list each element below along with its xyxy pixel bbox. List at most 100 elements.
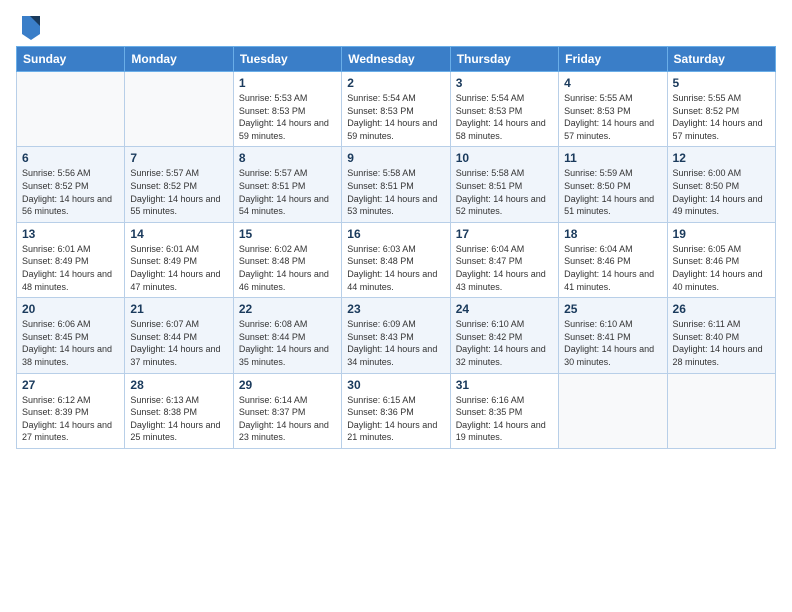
day-info: Sunrise: 5:57 AM Sunset: 8:52 PM Dayligh…	[130, 167, 227, 217]
day-info: Sunrise: 6:01 AM Sunset: 8:49 PM Dayligh…	[22, 243, 119, 293]
day-info: Sunrise: 6:00 AM Sunset: 8:50 PM Dayligh…	[673, 167, 770, 217]
day-number: 9	[347, 151, 444, 165]
day-info: Sunrise: 5:59 AM Sunset: 8:50 PM Dayligh…	[564, 167, 661, 217]
calendar-cell: 29Sunrise: 6:14 AM Sunset: 8:37 PM Dayli…	[233, 373, 341, 448]
day-info: Sunrise: 5:53 AM Sunset: 8:53 PM Dayligh…	[239, 92, 336, 142]
calendar-cell: 10 Sunrise: 5:58 AM Sunset: 8:51 PM Dayli…	[450, 147, 558, 222]
calendar-week-row: 6 Sunrise: 5:56 AM Sunset: 8:52 PM Daylig…	[17, 147, 776, 222]
day-number: 28	[130, 378, 227, 392]
day-info: Sunrise: 5:55 AM Sunset: 8:53 PM Dayligh…	[564, 92, 661, 142]
day-number: 6	[22, 151, 119, 165]
calendar-cell: 16 Sunrise: 6:03 AM Sunset: 8:48 PM Dayli…	[342, 222, 450, 297]
calendar-cell: 30Sunrise: 6:15 AM Sunset: 8:36 PM Dayli…	[342, 373, 450, 448]
calendar-cell: 6 Sunrise: 5:56 AM Sunset: 8:52 PM Daylig…	[17, 147, 125, 222]
calendar-cell: 4 Sunrise: 5:55 AM Sunset: 8:53 PM Daylig…	[559, 72, 667, 147]
calendar-week-row: 1 Sunrise: 5:53 AM Sunset: 8:53 PM Daylig…	[17, 72, 776, 147]
calendar-week-row: 13Sunrise: 6:01 AM Sunset: 8:49 PM Dayli…	[17, 222, 776, 297]
calendar-week-row: 27 Sunrise: 6:12 AM Sunset: 8:39 PM Dayli…	[17, 373, 776, 448]
day-info: Sunrise: 5:57 AM Sunset: 8:51 PM Dayligh…	[239, 167, 336, 217]
day-number: 10	[456, 151, 553, 165]
day-info: Sunrise: 5:58 AM Sunset: 8:51 PM Dayligh…	[347, 167, 444, 217]
day-number: 21	[130, 302, 227, 316]
day-info: Sunrise: 5:54 AM Sunset: 8:53 PM Dayligh…	[347, 92, 444, 142]
day-number: 14	[130, 227, 227, 241]
day-number: 27	[22, 378, 119, 392]
day-info: Sunrise: 6:05 AM Sunset: 8:46 PM Dayligh…	[673, 243, 770, 293]
calendar-cell: 26Sunrise: 6:11 AM Sunset: 8:40 PM Dayli…	[667, 298, 775, 373]
calendar-header-monday: Monday	[125, 47, 233, 72]
day-number: 15	[239, 227, 336, 241]
calendar-cell: 12 Sunrise: 6:00 AM Sunset: 8:50 PM Dayli…	[667, 147, 775, 222]
day-info: Sunrise: 5:55 AM Sunset: 8:52 PM Dayligh…	[673, 92, 770, 142]
calendar-cell: 17Sunrise: 6:04 AM Sunset: 8:47 PM Dayli…	[450, 222, 558, 297]
calendar-cell: 20 Sunrise: 6:06 AM Sunset: 8:45 PM Dayli…	[17, 298, 125, 373]
calendar-table: SundayMondayTuesdayWednesdayThursdayFrid…	[16, 46, 776, 449]
day-number: 16	[347, 227, 444, 241]
calendar-cell: 2 Sunrise: 5:54 AM Sunset: 8:53 PM Daylig…	[342, 72, 450, 147]
day-info: Sunrise: 6:07 AM Sunset: 8:44 PM Dayligh…	[130, 318, 227, 368]
calendar-cell: 21 Sunrise: 6:07 AM Sunset: 8:44 PM Dayli…	[125, 298, 233, 373]
page: SundayMondayTuesdayWednesdayThursdayFrid…	[0, 0, 792, 612]
day-number: 24	[456, 302, 553, 316]
calendar-cell: 27 Sunrise: 6:12 AM Sunset: 8:39 PM Dayli…	[17, 373, 125, 448]
calendar-cell: 13Sunrise: 6:01 AM Sunset: 8:49 PM Dayli…	[17, 222, 125, 297]
day-info: Sunrise: 6:04 AM Sunset: 8:46 PM Dayligh…	[564, 243, 661, 293]
day-number: 4	[564, 76, 661, 90]
calendar-cell: 3 Sunrise: 5:54 AM Sunset: 8:53 PM Daylig…	[450, 72, 558, 147]
day-number: 26	[673, 302, 770, 316]
day-number: 3	[456, 76, 553, 90]
calendar-cell: 1 Sunrise: 5:53 AM Sunset: 8:53 PM Daylig…	[233, 72, 341, 147]
day-number: 12	[673, 151, 770, 165]
day-info: Sunrise: 6:12 AM Sunset: 8:39 PM Dayligh…	[22, 394, 119, 444]
logo-icon	[20, 12, 42, 40]
day-number: 5	[673, 76, 770, 90]
calendar-header-friday: Friday	[559, 47, 667, 72]
day-info: Sunrise: 6:02 AM Sunset: 8:48 PM Dayligh…	[239, 243, 336, 293]
calendar-cell	[559, 373, 667, 448]
logo	[16, 14, 42, 40]
calendar-cell	[125, 72, 233, 147]
calendar-cell: 25 Sunrise: 6:10 AM Sunset: 8:41 PM Dayli…	[559, 298, 667, 373]
day-info: Sunrise: 6:16 AM Sunset: 8:35 PM Dayligh…	[456, 394, 553, 444]
calendar-cell: 8 Sunrise: 5:57 AM Sunset: 8:51 PM Daylig…	[233, 147, 341, 222]
calendar-cell: 22Sunrise: 6:08 AM Sunset: 8:44 PM Dayli…	[233, 298, 341, 373]
day-number: 2	[347, 76, 444, 90]
day-number: 23	[347, 302, 444, 316]
day-number: 8	[239, 151, 336, 165]
day-number: 7	[130, 151, 227, 165]
calendar-cell	[17, 72, 125, 147]
calendar-header-saturday: Saturday	[667, 47, 775, 72]
day-number: 17	[456, 227, 553, 241]
calendar-week-row: 20 Sunrise: 6:06 AM Sunset: 8:45 PM Dayli…	[17, 298, 776, 373]
day-number: 19	[673, 227, 770, 241]
day-info: Sunrise: 5:54 AM Sunset: 8:53 PM Dayligh…	[456, 92, 553, 142]
calendar-header-sunday: Sunday	[17, 47, 125, 72]
day-info: Sunrise: 6:06 AM Sunset: 8:45 PM Dayligh…	[22, 318, 119, 368]
day-info: Sunrise: 6:13 AM Sunset: 8:38 PM Dayligh…	[130, 394, 227, 444]
day-number: 22	[239, 302, 336, 316]
calendar-cell: 9 Sunrise: 5:58 AM Sunset: 8:51 PM Daylig…	[342, 147, 450, 222]
day-info: Sunrise: 6:09 AM Sunset: 8:43 PM Dayligh…	[347, 318, 444, 368]
day-number: 11	[564, 151, 661, 165]
day-number: 25	[564, 302, 661, 316]
day-number: 30	[347, 378, 444, 392]
day-number: 18	[564, 227, 661, 241]
calendar-header-tuesday: Tuesday	[233, 47, 341, 72]
day-info: Sunrise: 6:03 AM Sunset: 8:48 PM Dayligh…	[347, 243, 444, 293]
calendar-cell: 24 Sunrise: 6:10 AM Sunset: 8:42 PM Dayli…	[450, 298, 558, 373]
calendar-cell: 28 Sunrise: 6:13 AM Sunset: 8:38 PM Dayli…	[125, 373, 233, 448]
calendar-cell: 11 Sunrise: 5:59 AM Sunset: 8:50 PM Dayli…	[559, 147, 667, 222]
day-number: 1	[239, 76, 336, 90]
calendar-header-row: SundayMondayTuesdayWednesdayThursdayFrid…	[17, 47, 776, 72]
day-info: Sunrise: 6:10 AM Sunset: 8:41 PM Dayligh…	[564, 318, 661, 368]
day-info: Sunrise: 6:10 AM Sunset: 8:42 PM Dayligh…	[456, 318, 553, 368]
day-number: 20	[22, 302, 119, 316]
day-info: Sunrise: 5:58 AM Sunset: 8:51 PM Dayligh…	[456, 167, 553, 217]
day-info: Sunrise: 6:01 AM Sunset: 8:49 PM Dayligh…	[130, 243, 227, 293]
calendar-cell: 14 Sunrise: 6:01 AM Sunset: 8:49 PM Dayli…	[125, 222, 233, 297]
day-number: 29	[239, 378, 336, 392]
day-number: 31	[456, 378, 553, 392]
calendar-cell: 7 Sunrise: 5:57 AM Sunset: 8:52 PM Daylig…	[125, 147, 233, 222]
day-info: Sunrise: 5:56 AM Sunset: 8:52 PM Dayligh…	[22, 167, 119, 217]
calendar-cell	[667, 373, 775, 448]
